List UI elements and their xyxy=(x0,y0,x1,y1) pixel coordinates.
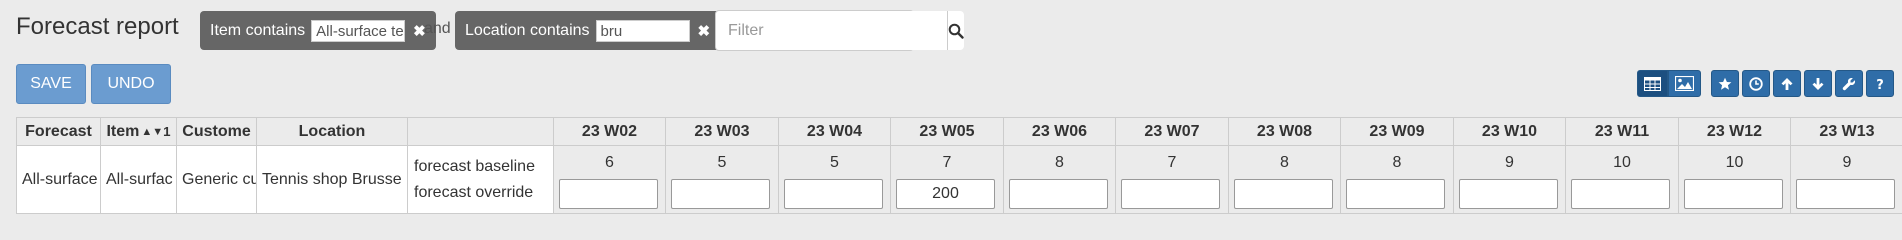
cell-item[interactable]: All-surfac xyxy=(101,146,177,213)
cell-measure-labels: forecast baseline forecast override xyxy=(408,146,554,213)
label-forecast-override: forecast override xyxy=(414,184,534,201)
svg-text:?: ? xyxy=(1876,78,1884,91)
week-cell: 8 xyxy=(1004,146,1116,213)
week-cell: 10 xyxy=(1566,146,1679,213)
table-icon xyxy=(1644,76,1661,91)
page-title: Forecast report xyxy=(16,13,179,40)
sort-icon: ▲▼ xyxy=(141,125,164,138)
action-toolbar: ? xyxy=(1711,70,1894,97)
search-box xyxy=(715,10,964,51)
column-header-label: Item xyxy=(106,122,140,140)
override-input[interactable] xyxy=(1571,179,1670,209)
label-forecast-baseline: forecast baseline xyxy=(414,158,535,175)
export-button[interactable] xyxy=(1773,70,1801,97)
override-input[interactable] xyxy=(1684,179,1783,209)
column-header-measure xyxy=(408,118,554,146)
filter-chip-item[interactable]: Item contains All-surface te ✖ xyxy=(200,11,436,50)
arrow-up-icon xyxy=(1781,77,1793,90)
baseline-value: 6 xyxy=(605,154,614,171)
history-button[interactable] xyxy=(1742,70,1770,97)
wrench-icon xyxy=(1842,77,1856,90)
baseline-value: 9 xyxy=(1842,154,1852,171)
week-cell: 9 xyxy=(1791,146,1902,213)
baseline-value: 5 xyxy=(830,154,839,171)
filter-conjunction: and xyxy=(424,20,451,37)
override-input[interactable] xyxy=(1234,179,1333,209)
baseline-value: 8 xyxy=(1055,154,1064,171)
baseline-value: 10 xyxy=(1613,154,1631,171)
search-input[interactable] xyxy=(716,11,947,50)
image-icon xyxy=(1675,76,1694,91)
import-button[interactable] xyxy=(1804,70,1832,97)
question-icon: ? xyxy=(1876,78,1884,91)
search-icon xyxy=(948,23,964,39)
override-input[interactable] xyxy=(784,179,883,209)
week-cell: 5 xyxy=(666,146,779,213)
column-header-week[interactable]: 23 W13 xyxy=(1791,118,1902,146)
column-header-week[interactable]: 23 W05 xyxy=(891,118,1004,146)
column-header-week[interactable]: 23 W12 xyxy=(1679,118,1791,146)
column-header-week[interactable]: 23 W08 xyxy=(1229,118,1341,146)
week-cell: 8 xyxy=(1229,146,1341,213)
baseline-value: 7 xyxy=(1167,154,1177,171)
filter-chip-value[interactable]: All-surface te xyxy=(311,19,406,42)
column-header-customer[interactable]: Custome xyxy=(177,118,257,146)
cell-customer[interactable]: Generic cu xyxy=(177,146,257,213)
cell-forecast[interactable]: All-surface xyxy=(17,146,101,213)
column-header-location[interactable]: Location xyxy=(257,118,408,146)
override-input[interactable] xyxy=(1009,179,1108,209)
override-input[interactable] xyxy=(559,179,658,209)
favorite-button[interactable] xyxy=(1711,70,1739,97)
filter-chip-label: Item contains xyxy=(210,21,306,39)
week-cell: 6 xyxy=(554,146,666,213)
week-cell: 8 xyxy=(1341,146,1454,213)
baseline-value: 8 xyxy=(1280,154,1289,171)
arrow-down-icon xyxy=(1812,77,1824,90)
override-input[interactable] xyxy=(1346,179,1445,209)
filter-chip-location[interactable]: Location contains bru ✖ xyxy=(455,11,721,50)
grid-divider xyxy=(16,213,1902,214)
settings-button[interactable] xyxy=(1835,70,1863,97)
week-cell: 7 xyxy=(1116,146,1229,213)
filter-chip-value[interactable]: bru xyxy=(595,19,690,42)
column-header-item[interactable]: Item ▲▼ 1 xyxy=(101,118,177,146)
cell-location[interactable]: Tennis shop Brusse xyxy=(257,146,408,213)
override-input[interactable] xyxy=(1796,179,1895,209)
column-header-week[interactable]: 23 W06 xyxy=(1004,118,1116,146)
baseline-value: 10 xyxy=(1725,154,1744,171)
table-view-button[interactable] xyxy=(1637,70,1668,97)
baseline-value: 7 xyxy=(942,154,952,171)
column-header-week[interactable]: 23 W03 xyxy=(666,118,779,146)
search-button[interactable] xyxy=(947,11,964,50)
save-button[interactable]: SAVE xyxy=(16,64,86,104)
week-cell: 5 xyxy=(779,146,891,213)
column-header-week[interactable]: 23 W09 xyxy=(1341,118,1454,146)
week-cell: 9 xyxy=(1454,146,1566,213)
filter-chip-label: Location contains xyxy=(465,21,590,39)
undo-button[interactable]: UNDO xyxy=(91,64,171,104)
override-input[interactable] xyxy=(1121,179,1220,209)
baseline-value: 5 xyxy=(717,154,727,171)
baseline-value: 8 xyxy=(1392,154,1402,171)
override-input[interactable] xyxy=(1459,179,1558,209)
column-header-week[interactable]: 23 W07 xyxy=(1116,118,1229,146)
override-input[interactable] xyxy=(896,179,995,209)
column-header-week[interactable]: 23 W02 xyxy=(554,118,666,146)
week-cell: 10 xyxy=(1679,146,1791,213)
sort-order: 1 xyxy=(163,124,171,139)
column-header-week[interactable]: 23 W11 xyxy=(1566,118,1679,146)
baseline-value: 9 xyxy=(1505,154,1514,171)
column-header-forecast[interactable]: Forecast xyxy=(17,118,101,146)
clock-icon xyxy=(1749,76,1763,91)
graph-view-button[interactable] xyxy=(1668,70,1701,97)
star-icon xyxy=(1718,77,1732,90)
column-header-week[interactable]: 23 W10 xyxy=(1454,118,1566,146)
column-header-week[interactable]: 23 W04 xyxy=(779,118,891,146)
help-button[interactable]: ? xyxy=(1866,70,1894,97)
view-toggle xyxy=(1637,70,1701,97)
override-input[interactable] xyxy=(671,179,770,209)
close-icon[interactable]: ✖ xyxy=(698,22,711,40)
week-cell: 7 xyxy=(891,146,1004,213)
forecast-grid: Forecast Item ▲▼ 1 Custome Location 23 W… xyxy=(16,117,1902,213)
